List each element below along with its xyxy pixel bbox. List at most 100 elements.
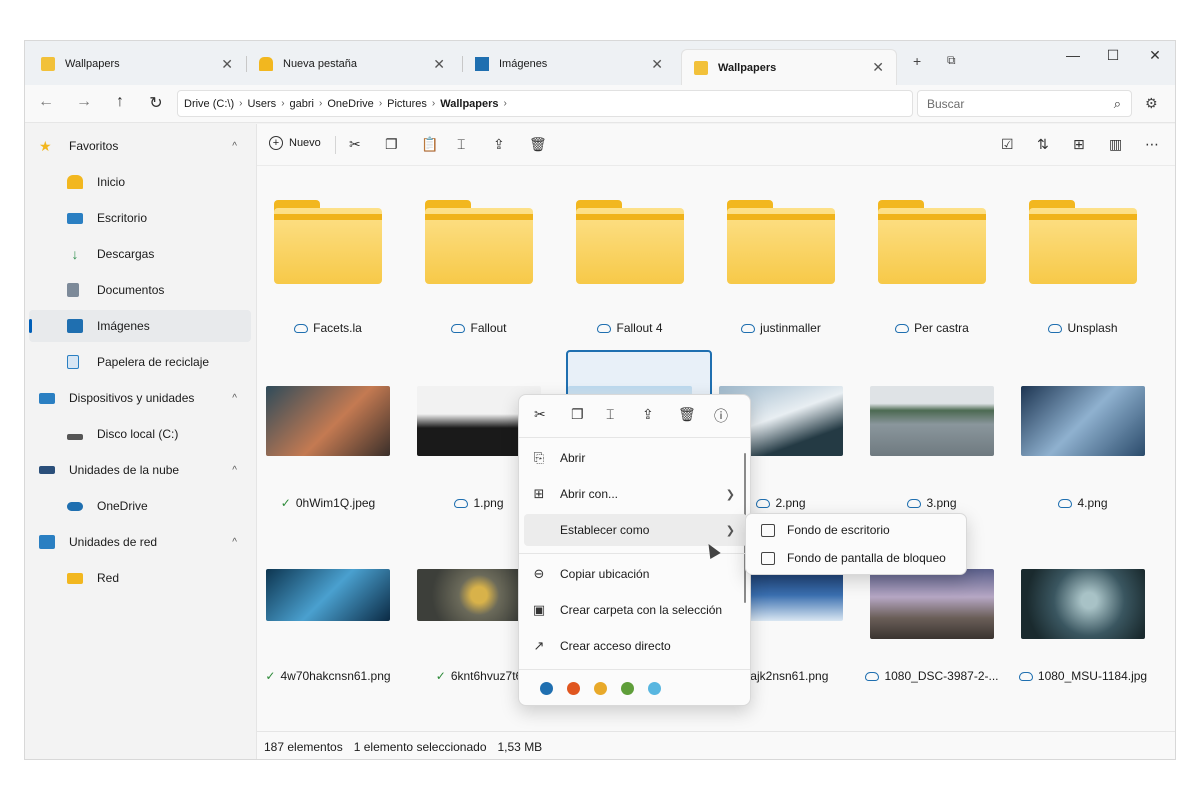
menu-item-label: Crear carpeta con la selección bbox=[560, 603, 723, 617]
folder-tile[interactable]: Fallout bbox=[409, 200, 549, 340]
view-layout-icon[interactable]: ⊞ bbox=[1073, 136, 1085, 153]
sidebar-item-red[interactable]: Red bbox=[29, 562, 251, 594]
sidebar-item-unidades-red[interactable]: Unidades de red ^ bbox=[29, 526, 251, 558]
more-options-icon[interactable]: ⋯ bbox=[1145, 136, 1159, 153]
chevron-up-icon[interactable]: ^ bbox=[232, 141, 237, 152]
share-icon[interactable]: ⇪ bbox=[642, 406, 654, 423]
folder-tile[interactable]: justinmaller bbox=[711, 200, 851, 340]
delete-icon[interactable]: 🗑 bbox=[678, 406, 696, 423]
forward-button[interactable]: → bbox=[73, 93, 95, 111]
chevron-right-icon[interactable]: › bbox=[239, 98, 242, 109]
menu-item-abrir[interactable]: ⎘ Abrir bbox=[524, 442, 747, 474]
image-tile[interactable]: ✓ 4w70hakcnsn61.png bbox=[258, 569, 398, 683]
search-icon[interactable]: ⌕ bbox=[1114, 96, 1121, 112]
close-icon[interactable]: ✕ bbox=[433, 56, 445, 73]
sidebar-item-inicio[interactable]: Inicio bbox=[29, 166, 251, 198]
delete-icon[interactable]: 🗑 bbox=[529, 136, 547, 153]
sidebar-item-onedrive[interactable]: OneDrive bbox=[29, 490, 251, 522]
breadcrumb-item[interactable]: Users bbox=[247, 98, 276, 110]
breadcrumb[interactable]: Drive (C:\) › Users › gabri › OneDrive › Pic… bbox=[177, 90, 913, 117]
close-button[interactable]: ✕ bbox=[1135, 47, 1175, 64]
color-tag-light-blue[interactable] bbox=[648, 682, 661, 695]
sidebar-item-documentos[interactable]: Documentos bbox=[29, 274, 251, 306]
copy-icon[interactable]: ❐ bbox=[571, 406, 584, 423]
close-icon[interactable]: ✕ bbox=[651, 56, 663, 73]
sort-icon[interactable]: ⇅ bbox=[1037, 136, 1049, 153]
image-tile[interactable]: 1080_DSC-3987-2-... bbox=[862, 569, 1002, 683]
chevron-right-icon: ❯ bbox=[725, 524, 735, 537]
folder-icon bbox=[41, 57, 55, 71]
sidebar-item-imagenes[interactable]: Imágenes bbox=[29, 310, 251, 342]
chevron-right-icon[interactable]: › bbox=[281, 98, 284, 109]
menu-item-crear-acceso[interactable]: ↗ Crear acceso directo bbox=[524, 630, 747, 662]
sidebar-item-descargas[interactable]: ↓ Descargas bbox=[29, 238, 251, 270]
sidebar-item-escritorio[interactable]: Escritorio bbox=[29, 202, 251, 234]
chevron-right-icon[interactable]: › bbox=[432, 98, 435, 109]
submenu-item-fondo-bloqueo[interactable]: Fondo de pantalla de bloqueo bbox=[752, 545, 962, 571]
submenu-item-fondo-escritorio[interactable]: Fondo de escritorio bbox=[752, 517, 962, 543]
chevron-right-icon[interactable]: › bbox=[379, 98, 382, 109]
chevron-up-icon[interactable]: ^ bbox=[232, 393, 237, 404]
tab-imagenes[interactable]: Imágenes ✕ bbox=[463, 49, 675, 79]
maximize-button[interactable]: ☐ bbox=[1093, 47, 1133, 64]
sidebar-item-disco-local[interactable]: Disco local (C:) bbox=[29, 418, 251, 450]
color-tag-yellow[interactable] bbox=[594, 682, 607, 695]
color-tag-blue[interactable] bbox=[540, 682, 553, 695]
menu-item-crear-carpeta[interactable]: ▣ Crear carpeta con la selección bbox=[524, 594, 747, 626]
folder-tile[interactable]: Facets.la bbox=[258, 200, 398, 340]
image-thumbnail bbox=[1021, 386, 1145, 456]
chevron-up-icon[interactable]: ^ bbox=[232, 537, 237, 548]
sidebar-item-dispositivos[interactable]: Dispositivos y unidades ^ bbox=[29, 382, 251, 414]
minimize-button[interactable]: — bbox=[1053, 47, 1093, 63]
cut-icon[interactable]: ✂ bbox=[534, 406, 546, 423]
cut-icon[interactable]: ✂ bbox=[349, 136, 361, 153]
menu-item-copiar-ubicacion[interactable]: ⊖ Copiar ubicación bbox=[524, 558, 747, 590]
close-icon[interactable]: ✕ bbox=[872, 59, 884, 76]
chevron-right-icon[interactable]: › bbox=[504, 98, 507, 109]
color-tag-orange[interactable] bbox=[567, 682, 580, 695]
up-button[interactable]: ↑ bbox=[109, 93, 131, 111]
image-thumbnail bbox=[1021, 569, 1145, 639]
rename-icon[interactable]: ⌶ bbox=[457, 136, 465, 153]
folder-tile[interactable]: Per castra bbox=[862, 200, 1002, 340]
submenu-item-label: Fondo de pantalla de bloqueo bbox=[787, 551, 946, 565]
tab-overview-icon[interactable]: ⧉ bbox=[947, 53, 956, 68]
select-icon[interactable]: ☑ bbox=[1001, 136, 1014, 153]
info-icon[interactable]: ⓘ bbox=[714, 406, 728, 426]
back-button[interactable]: ← bbox=[35, 93, 57, 111]
copy-icon[interactable]: ❐ bbox=[385, 136, 398, 153]
breadcrumb-item[interactable]: Pictures bbox=[387, 98, 427, 110]
image-thumbnail bbox=[266, 569, 390, 621]
breadcrumb-item[interactable]: gabri bbox=[290, 98, 314, 110]
tab-wallpapers-active[interactable]: Wallpapers ✕ bbox=[681, 49, 897, 85]
folder-tile[interactable]: Unsplash bbox=[1013, 200, 1153, 340]
gear-icon[interactable]: ⚙ bbox=[1145, 95, 1158, 112]
breadcrumb-item-current[interactable]: Wallpapers bbox=[440, 98, 498, 110]
new-tab-button[interactable]: + bbox=[913, 53, 921, 69]
chevron-right-icon[interactable]: › bbox=[319, 98, 322, 109]
sidebar-item-papelera[interactable]: Papelera de reciclaje bbox=[29, 346, 251, 378]
new-button[interactable]: + Nuevo bbox=[269, 136, 321, 150]
menu-item-abrir-con[interactable]: ⊞ Abrir con... ❯ bbox=[524, 478, 747, 510]
sidebar-item-favoritos[interactable]: ★ Favoritos ^ bbox=[29, 130, 251, 162]
image-tile[interactable]: ✓ 0hWim1Q.jpeg bbox=[258, 386, 398, 510]
color-tag-green[interactable] bbox=[621, 682, 634, 695]
status-item-count: 187 elementos bbox=[264, 739, 343, 754]
folder-tile[interactable]: Fallout 4 bbox=[560, 200, 700, 340]
image-tile[interactable]: 4.png bbox=[1013, 386, 1153, 510]
share-icon[interactable]: ⇪ bbox=[493, 136, 505, 153]
search-input[interactable]: Buscar ⌕ bbox=[917, 90, 1132, 117]
tab-wallpapers-1[interactable]: Wallpapers ✕ bbox=[29, 49, 245, 79]
preview-pane-icon[interactable]: ▥ bbox=[1109, 136, 1122, 153]
breadcrumb-item[interactable]: Drive (C:\) bbox=[184, 98, 234, 110]
paste-icon[interactable]: 📋 bbox=[421, 136, 438, 153]
image-tile[interactable]: 3.png bbox=[862, 386, 1002, 510]
refresh-button[interactable]: ↻ bbox=[145, 93, 167, 113]
image-tile[interactable]: 1080_MSU-1184.jpg bbox=[1013, 569, 1153, 683]
chevron-up-icon[interactable]: ^ bbox=[232, 465, 237, 476]
close-icon[interactable]: ✕ bbox=[221, 56, 233, 73]
sidebar-item-unidades-nube[interactable]: Unidades de la nube ^ bbox=[29, 454, 251, 486]
breadcrumb-item[interactable]: OneDrive bbox=[327, 98, 373, 110]
rename-icon[interactable]: ⌶ bbox=[606, 406, 614, 423]
tab-nueva-pestana[interactable]: Nueva pestaña ✕ bbox=[247, 49, 457, 79]
